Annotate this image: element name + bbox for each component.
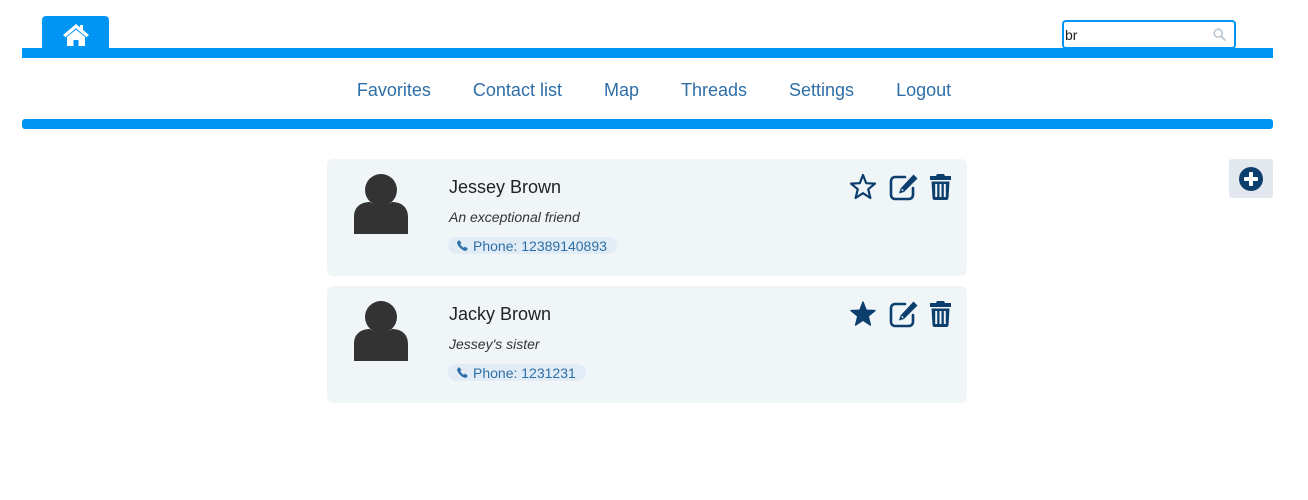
contact-actions — [849, 300, 952, 328]
main-nav: Favorites Contact list Map Threads Setti… — [0, 78, 1308, 102]
nav-logout[interactable]: Logout — [896, 80, 951, 101]
nav-contact-list[interactable]: Contact list — [473, 80, 562, 101]
phone-icon — [457, 367, 468, 378]
star-outline-icon — [849, 173, 877, 200]
nav-map[interactable]: Map — [604, 80, 639, 101]
edit-button[interactable] — [889, 173, 919, 201]
contact-name: Jessey Brown — [449, 177, 562, 197]
phone-badge: Phone: 12389140893 — [448, 237, 617, 254]
home-icon — [62, 23, 89, 46]
phone-icon — [457, 240, 468, 251]
nav-favorites[interactable]: Favorites — [357, 80, 431, 101]
search-input[interactable] — [1064, 23, 1205, 46]
trash-icon — [930, 174, 951, 200]
phone-number: Phone: 12389140893 — [473, 237, 607, 254]
contact-list: Jessey Brown An exceptional friend Phone… — [327, 159, 967, 413]
contact-actions — [849, 173, 952, 201]
avatar-icon — [354, 301, 408, 361]
contact-description: An exceptional friend — [449, 209, 580, 225]
phone-number: Phone: 1231231 — [473, 364, 576, 381]
phone-badge: Phone: 1231231 — [448, 364, 586, 381]
avatar-icon — [354, 174, 408, 234]
favorite-button[interactable] — [849, 173, 877, 201]
home-button[interactable] — [42, 16, 109, 50]
edit-icon — [889, 174, 918, 201]
delete-button[interactable] — [929, 300, 952, 328]
nav-divider-bar — [22, 119, 1273, 129]
add-contact-button[interactable] — [1229, 159, 1273, 198]
favorite-button[interactable] — [849, 300, 877, 328]
header-bar — [22, 48, 1273, 58]
contact-name: Jacky Brown — [449, 304, 552, 324]
trash-icon — [930, 301, 951, 327]
edit-button[interactable] — [889, 300, 919, 328]
contact-card: Jessey Brown An exceptional friend Phone… — [327, 159, 967, 276]
star-filled-icon — [850, 301, 876, 326]
plus-circle-icon — [1239, 166, 1263, 191]
delete-button[interactable] — [929, 173, 952, 201]
search-icon[interactable] — [1213, 28, 1226, 41]
contact-description: Jessey's sister — [449, 336, 540, 352]
nav-settings[interactable]: Settings — [789, 80, 854, 101]
nav-threads[interactable]: Threads — [681, 80, 747, 101]
edit-icon — [889, 301, 918, 328]
search-box — [1062, 20, 1236, 49]
contact-card: Jacky Brown Jessey's sister Phone: 12312… — [327, 286, 967, 403]
